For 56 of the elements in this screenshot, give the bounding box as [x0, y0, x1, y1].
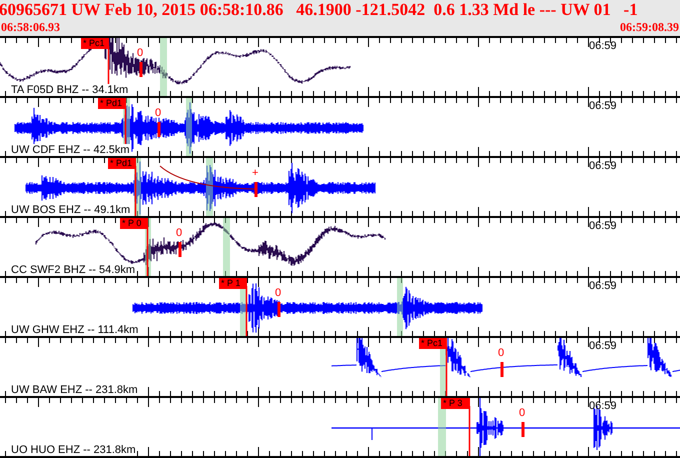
- pick-line: [246, 286, 248, 336]
- pick-window: [206, 158, 213, 216]
- trace-panel[interactable]: * Pc1 0 06:59 TA F05D BHZ -- 34.1km: [0, 38, 680, 98]
- time-label: 06:59: [589, 340, 617, 352]
- coda-marker: [278, 302, 280, 317]
- pick-line: [134, 166, 136, 216]
- coda-marker: [522, 422, 524, 437]
- station-label: CC SWF2 BHZ -- 54.9km: [10, 264, 136, 276]
- station-label: UO HUO EHZ -- 231.8km: [10, 444, 137, 456]
- time-label: 06:59: [589, 160, 617, 172]
- pick-window: [397, 278, 403, 336]
- pick-label[interactable]: * Pc1: [81, 38, 109, 49]
- coda-marker: [500, 362, 504, 377]
- trace-panel[interactable]: * Pd1 0 06:59 UW CDF EHZ -- 42.5km: [0, 98, 680, 158]
- coda-label: 0: [137, 47, 144, 59]
- pick-line: [146, 226, 148, 276]
- station-label: TA F05D BHZ -- 34.1km: [10, 84, 130, 96]
- station-label: UW BAW EHZ -- 231.8km: [10, 384, 139, 396]
- start-time: 06:58:06.93: [1, 20, 60, 34]
- pick-label[interactable]: * P 0: [120, 218, 148, 229]
- end-time: 06:59:08.39: [620, 20, 679, 34]
- pick-line: [468, 406, 470, 456]
- pick-label[interactable]: * Pd1: [108, 158, 136, 169]
- trace-panel[interactable]: * Pd1 + 06:59 UW BOS EHZ -- 49.1km: [0, 158, 680, 218]
- pick-window: [438, 398, 446, 456]
- coda-label: 0: [275, 287, 282, 299]
- coda-label: +: [252, 167, 258, 179]
- pick-line: [446, 346, 448, 396]
- pick-label[interactable]: * P 3: [441, 398, 470, 409]
- coda-label: 0: [176, 227, 182, 239]
- station-label: UW CDF EHZ -- 42.5km: [10, 144, 131, 156]
- pick-window: [160, 38, 167, 96]
- trace-panel[interactable]: * P 3 0 06:59 UO HUO EHZ -- 231.8km: [0, 398, 680, 458]
- coda-label: 0: [519, 407, 526, 419]
- pick-window: [223, 218, 230, 276]
- station-label: UW BOS EHZ -- 49.1km: [10, 204, 132, 216]
- pick-label[interactable]: * Pd1: [98, 98, 126, 109]
- coda-label: 0: [498, 347, 504, 359]
- coda-marker: [254, 182, 258, 197]
- coda-label: 0: [155, 107, 162, 119]
- station-label: UW GHW EHZ -- 111.4km: [10, 324, 140, 336]
- trace-panel[interactable]: * Pc1 0 06:59 UW BAW EHZ -- 231.8km: [0, 338, 680, 398]
- trace-panel[interactable]: * P 1 0 06:59 UW GHW EHZ -- 111.4km: [0, 278, 680, 338]
- coda-marker: [158, 122, 160, 137]
- time-label: 06:59: [589, 40, 617, 52]
- pick-label[interactable]: * P 1: [219, 278, 247, 289]
- time-label: 06:59: [589, 400, 617, 412]
- pick-label[interactable]: * Pc1: [419, 338, 447, 349]
- time-label: 06:59: [589, 280, 617, 292]
- time-label: 06:59: [589, 100, 617, 112]
- trace-panel[interactable]: * P 0 0 06:59 CC SWF2 BHZ -- 54.9km: [0, 218, 680, 278]
- pick-window: [134, 158, 141, 216]
- pick-window: [186, 98, 192, 156]
- time-label: 06:59: [589, 220, 617, 232]
- coda-marker: [178, 242, 182, 257]
- coda-marker: [140, 62, 142, 77]
